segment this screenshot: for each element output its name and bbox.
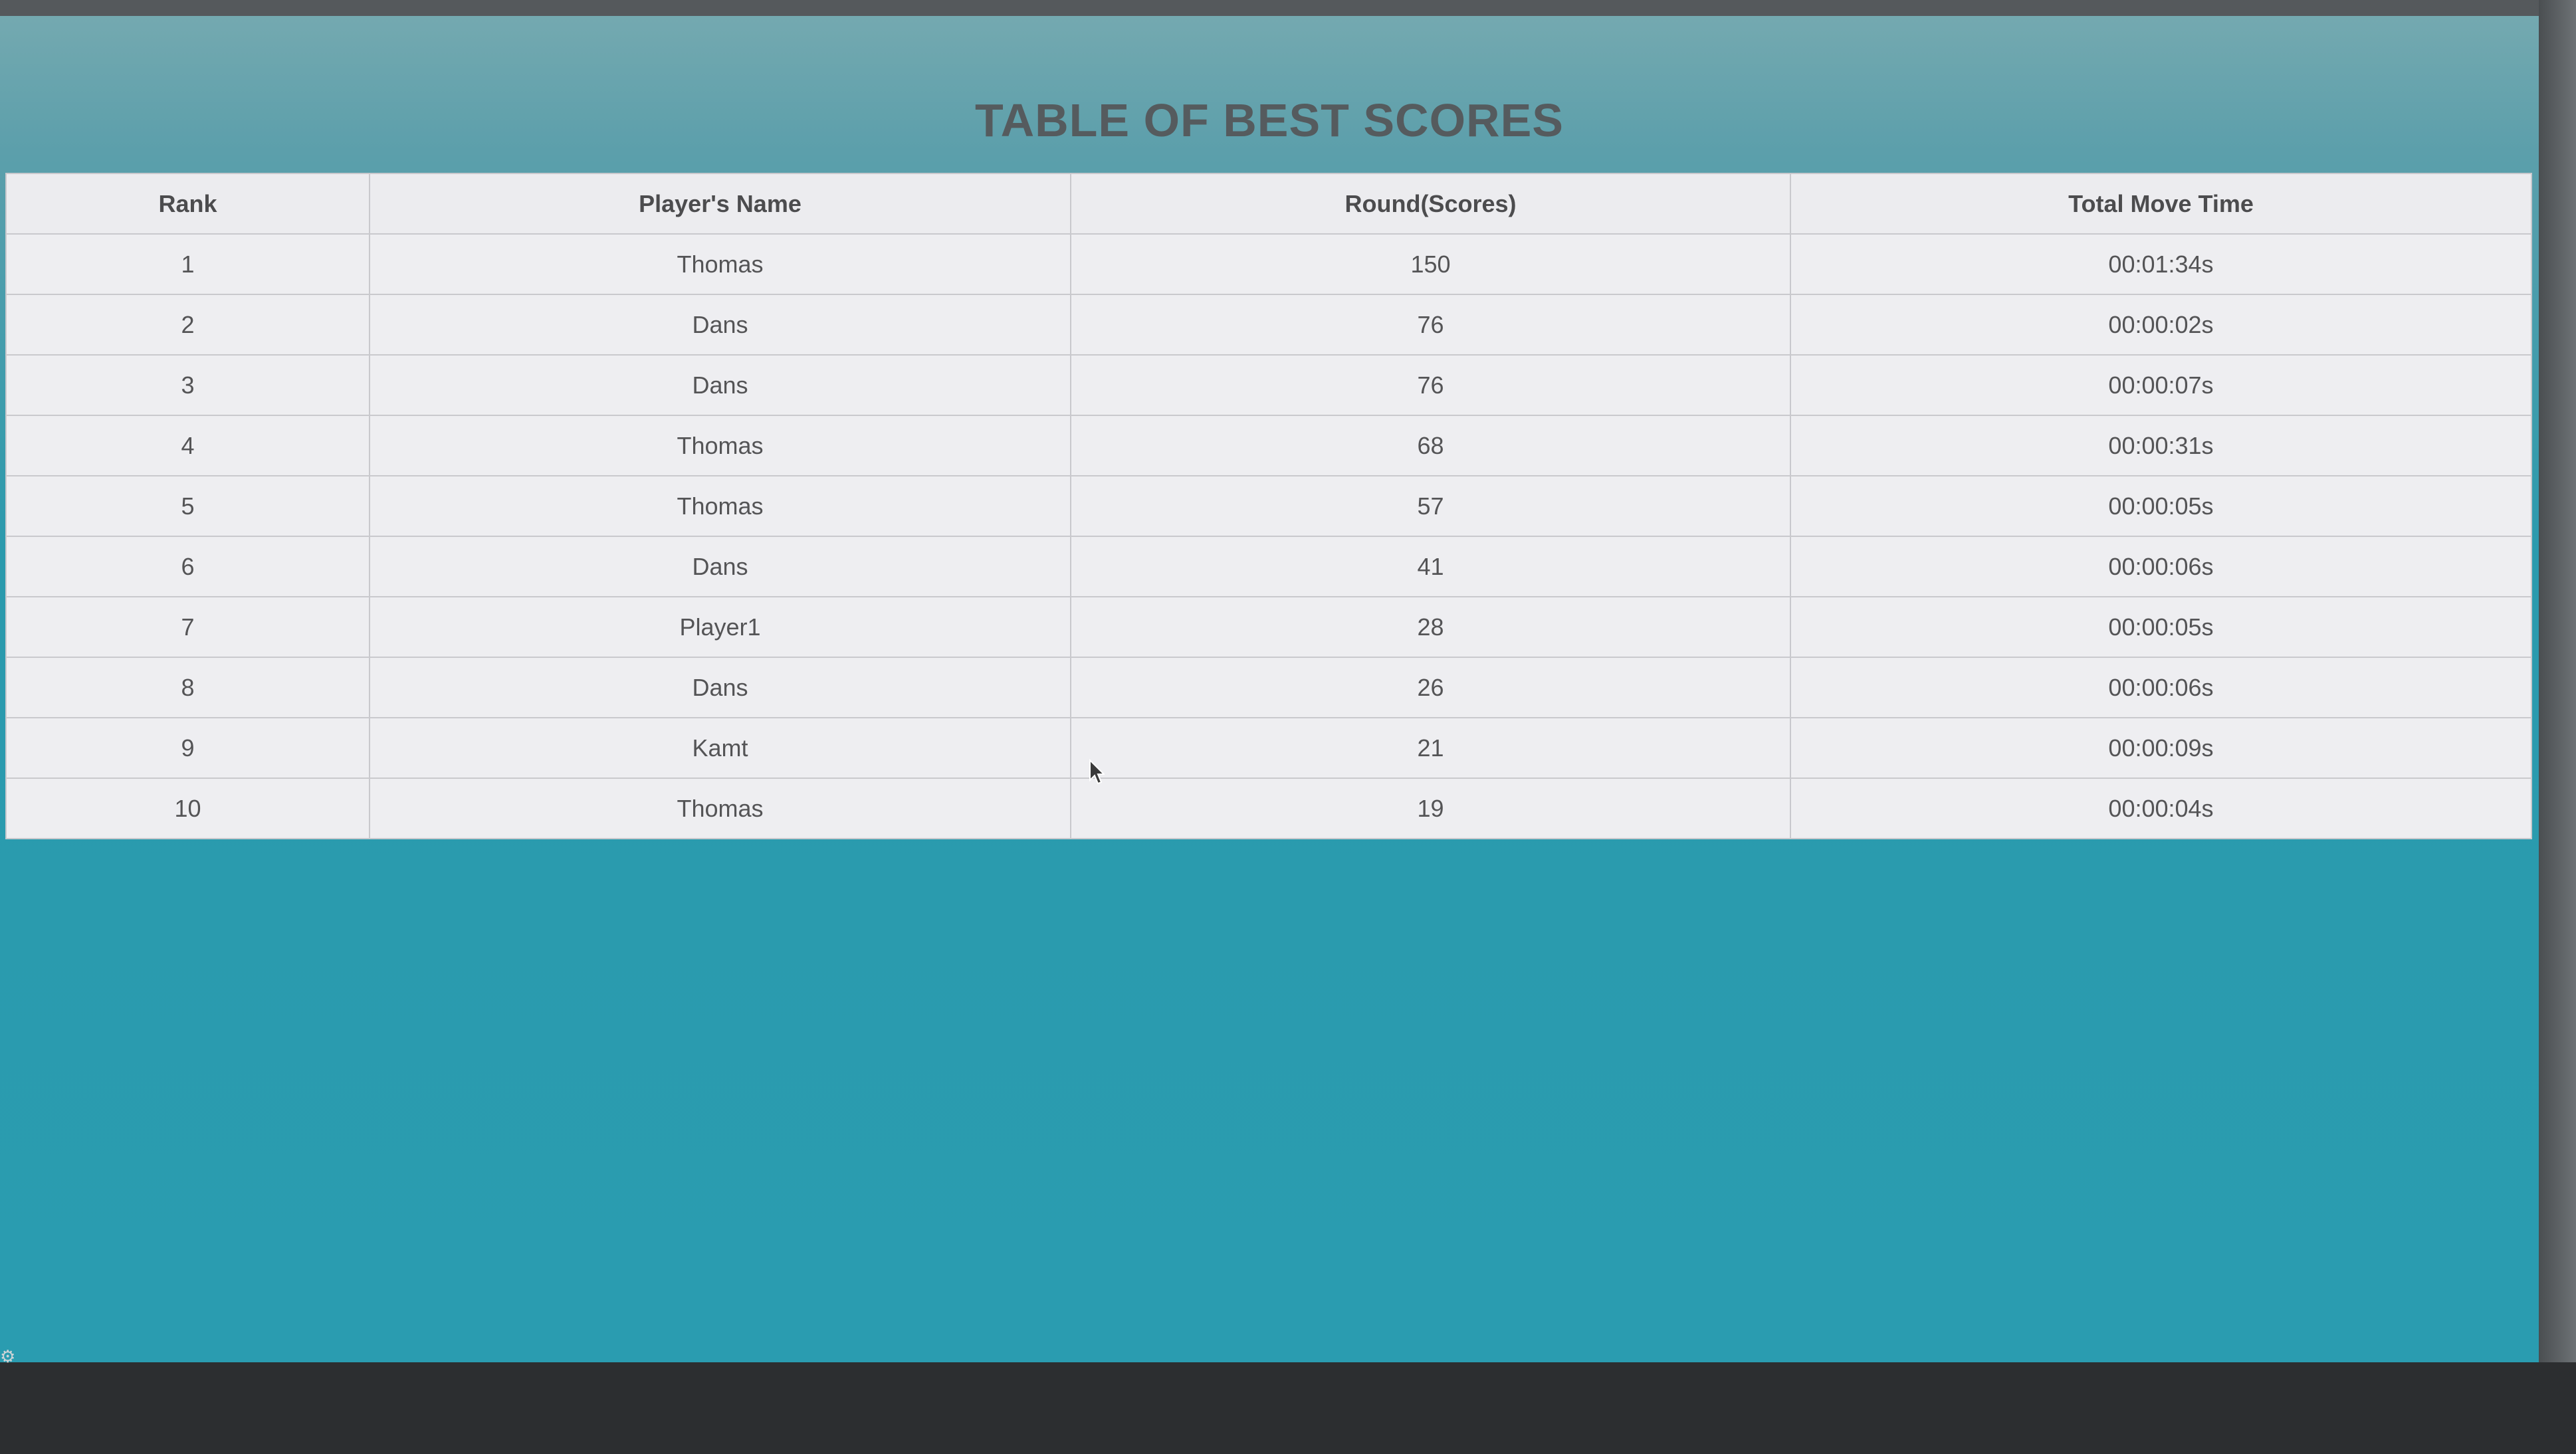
header-rank: Rank: [5, 173, 370, 235]
header-player-name: Player's Name: [369, 173, 1071, 235]
table-row: 1 Thomas 150 00:01:34s: [5, 233, 2532, 295]
cell-player-name: Dans: [369, 354, 1071, 416]
table-row: 3 Dans 76 00:00:07s: [5, 354, 2532, 416]
cell-rank: 6: [5, 536, 370, 597]
cell-rank: 1: [5, 233, 370, 295]
cell-player-name: Thomas: [369, 415, 1071, 476]
cell-player-name: Player1: [369, 596, 1071, 658]
table-row: 8 Dans 26 00:00:06s: [5, 657, 2532, 718]
cell-score: 76: [1070, 354, 1791, 416]
monitor-bezel-bottom: [0, 1362, 2576, 1454]
header-total-move-time: Total Move Time: [1790, 173, 2532, 235]
cell-move-time: 00:00:02s: [1790, 294, 2532, 356]
cell-score: 57: [1070, 475, 1791, 537]
monitor-bezel-top: [0, 0, 2576, 16]
cell-score: 68: [1070, 415, 1791, 476]
cell-score: 150: [1070, 233, 1791, 295]
table-header-row: Rank Player's Name Round(Scores) Total M…: [5, 173, 2532, 235]
table-row: 6 Dans 41 00:00:06s: [5, 536, 2532, 597]
cell-score: 41: [1070, 536, 1791, 597]
cell-move-time: 00:01:34s: [1790, 233, 2532, 295]
cell-rank: 3: [5, 354, 370, 416]
best-scores-table: Rank Player's Name Round(Scores) Total M…: [5, 173, 2532, 839]
cell-move-time: 00:00:31s: [1790, 415, 2532, 476]
cell-move-time: 00:00:09s: [1790, 717, 2532, 779]
cell-player-name: Dans: [369, 294, 1071, 356]
cell-player-name: Thomas: [369, 233, 1071, 295]
table-row: 4 Thomas 68 00:00:31s: [5, 415, 2532, 476]
cell-rank: 2: [5, 294, 370, 356]
monitor-bezel-right: [2539, 0, 2576, 1454]
cell-rank: 10: [5, 778, 370, 839]
cell-move-time: 00:00:06s: [1790, 657, 2532, 718]
cell-player-name: Dans: [369, 536, 1071, 597]
cell-player-name: Thomas: [369, 778, 1071, 839]
cell-rank: 8: [5, 657, 370, 718]
cell-score: 26: [1070, 657, 1791, 718]
cell-move-time: 00:00:05s: [1790, 596, 2532, 658]
cell-rank: 5: [5, 475, 370, 537]
cell-player-name: Thomas: [369, 475, 1071, 537]
cell-rank: 4: [5, 415, 370, 476]
cell-score: 28: [1070, 596, 1791, 658]
cell-score: 76: [1070, 294, 1791, 356]
cell-move-time: 00:00:07s: [1790, 354, 2532, 416]
table-row: 2 Dans 76 00:00:02s: [5, 294, 2532, 356]
cell-player-name: Kamt: [369, 717, 1071, 779]
table-row: 5 Thomas 57 00:00:05s: [5, 475, 2532, 537]
cell-move-time: 00:00:04s: [1790, 778, 2532, 839]
table-row: 7 Player1 28 00:00:05s: [5, 596, 2532, 658]
cell-score: 21: [1070, 717, 1791, 779]
page-title: TABLE OF BEST SCORES: [975, 94, 1564, 146]
cell-move-time: 00:00:06s: [1790, 536, 2532, 597]
table-row: 9 Kamt 21 00:00:09s: [5, 717, 2532, 779]
cell-rank: 9: [5, 717, 370, 779]
cell-score: 19: [1070, 778, 1791, 839]
mouse-pointer-icon: [1089, 759, 1105, 785]
app-screen: TABLE OF BEST SCORES Rank Player's Name …: [0, 16, 2539, 1365]
header-round-scores: Round(Scores): [1070, 173, 1791, 235]
gear-icon[interactable]: ⚙: [0, 1348, 17, 1365]
cell-move-time: 00:00:05s: [1790, 475, 2532, 537]
cell-rank: 7: [5, 596, 370, 658]
cell-player-name: Dans: [369, 657, 1071, 718]
table-row: 10 Thomas 19 00:00:04s: [5, 778, 2532, 839]
